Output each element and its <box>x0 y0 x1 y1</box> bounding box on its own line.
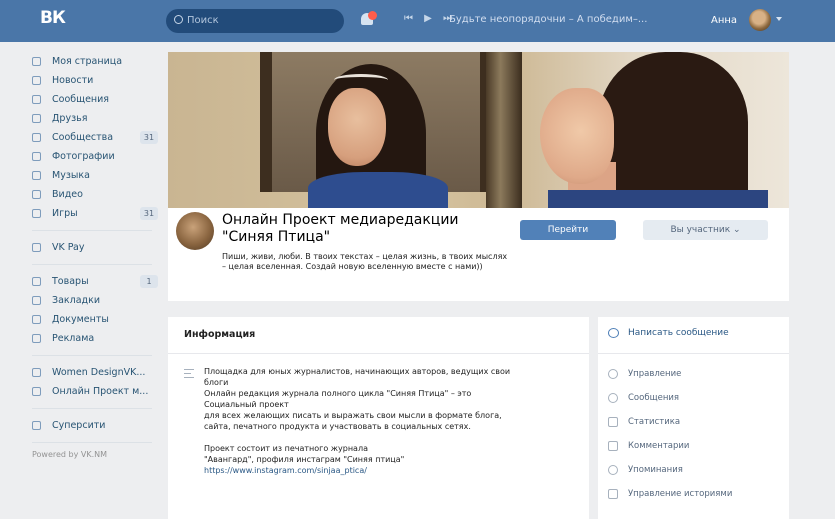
left-sidebar: Моя страница Новости Сообщения Друзья Со… <box>30 52 160 459</box>
go-button[interactable]: Перейти <box>520 220 616 240</box>
group-header: Онлайн Проект медиаредакции "Синяя Птица… <box>168 208 789 301</box>
ads-icon <box>32 334 41 343</box>
instagram-link[interactable]: https://www.instagram.com/sinjaa_ptica/ <box>204 465 582 476</box>
divider <box>598 353 789 354</box>
top-bar: ВК Поиск ⏮ ▶ ⏭ Будьте неопорядочни – А п… <box>0 0 835 42</box>
message-bubble-icon <box>608 328 619 338</box>
description-icon <box>184 369 194 378</box>
vk-logo[interactable]: ВК <box>40 8 66 34</box>
sidebar-item-goods[interactable]: Товары 1 <box>30 272 160 291</box>
app-icon <box>32 421 41 430</box>
search-icon <box>174 15 183 24</box>
group-description: Площадка для юных журналистов, начинающи… <box>204 366 582 476</box>
music-icon <box>32 171 41 180</box>
gear-icon <box>608 369 618 379</box>
sidebar-item-group-online-project[interactable]: Онлайн Проект м... <box>30 382 160 401</box>
sidebar-item-video[interactable]: Видео <box>30 185 160 204</box>
group-cover-image <box>168 52 789 208</box>
count-badge: 1 <box>140 275 158 288</box>
sidebar-item-games[interactable]: Игры 31 <box>30 204 160 223</box>
chevron-down-icon[interactable] <box>776 17 782 21</box>
description-line: Социальный проект <box>204 400 289 409</box>
document-icon <box>32 315 41 324</box>
statistics-icon <box>608 417 618 427</box>
member-dropdown-button[interactable]: Вы участник ⌄ <box>643 220 768 240</box>
divider <box>168 353 589 354</box>
home-icon <box>32 57 41 66</box>
notifications-bell-icon[interactable] <box>360 11 377 29</box>
sidebar-item-documents[interactable]: Документы <box>30 310 160 329</box>
description-line: Онлайн редакция журнала полного цикла "С… <box>204 389 472 398</box>
sidebar-item-my-page[interactable]: Моя страница <box>30 52 160 71</box>
group-avatar[interactable] <box>176 212 214 250</box>
management-menu: Управление Сообщения Статистика Коммента… <box>608 362 783 506</box>
description-line: Проект состоит из печатного журнала <box>204 444 368 453</box>
sidebar-item-messages[interactable]: Сообщения <box>30 90 160 109</box>
comment-icon <box>608 441 618 451</box>
divider <box>32 264 152 265</box>
user-name[interactable]: Анна <box>711 15 737 26</box>
group-icon <box>32 368 41 377</box>
user-avatar[interactable] <box>749 9 771 31</box>
sidebar-item-music[interactable]: Музыка <box>30 166 160 185</box>
count-badge: 31 <box>140 207 158 220</box>
group-icon <box>32 387 41 396</box>
divider <box>32 355 152 356</box>
menu-item-mentions[interactable]: Упоминания <box>608 458 783 482</box>
photos-icon <box>32 152 41 161</box>
description-line: Площадка для юных журналистов, начинающи… <box>204 367 511 376</box>
sidebar-item-bookmarks[interactable]: Закладки <box>30 291 160 310</box>
description-line: блоги <box>204 378 229 387</box>
divider <box>32 408 152 409</box>
message-icon <box>608 393 618 403</box>
description-line: "Авангард", профиля инстаграм "Синяя пти… <box>204 455 405 464</box>
sidebar-item-news[interactable]: Новости <box>30 71 160 90</box>
menu-item-statistics[interactable]: Статистика <box>608 410 783 434</box>
sidebar-item-ads[interactable]: Реклама <box>30 329 160 348</box>
menu-item-messages[interactable]: Сообщения <box>608 386 783 410</box>
divider <box>32 230 152 231</box>
news-icon <box>32 76 41 85</box>
sidebar-item-communities[interactable]: Сообщества 31 <box>30 128 160 147</box>
friends-icon <box>32 114 41 123</box>
sidebar-item-photos[interactable]: Фотографии <box>30 147 160 166</box>
info-block: Информация Площадка для юных журналистов… <box>168 317 589 519</box>
footer-link[interactable]: Powered by VK.NM <box>30 450 160 459</box>
communities-icon <box>32 133 41 142</box>
vk-pay-icon <box>32 243 41 252</box>
group-name: Онлайн Проект медиаредакции "Синяя Птица… <box>222 212 459 245</box>
description-line: для всех желающих писать и выражать свои… <box>204 411 502 420</box>
description-line: сайта, печатного продукта и участвовать … <box>204 422 471 431</box>
divider <box>32 442 152 443</box>
bookmark-icon <box>32 296 41 305</box>
messages-icon <box>32 95 41 104</box>
goods-icon <box>32 277 41 286</box>
group-status: Пиши, живи, люби. В твоих текстах – цела… <box>222 252 508 271</box>
search-placeholder: Поиск <box>187 15 219 26</box>
menu-item-management[interactable]: Управление <box>608 362 783 386</box>
current-track[interactable]: Будьте неопорядочни – А победим–... <box>449 14 647 25</box>
video-icon <box>32 190 41 199</box>
sidebar-item-vk-pay[interactable]: VK Pay <box>30 238 160 257</box>
info-title: Информация <box>184 329 256 340</box>
sidebar-item-group-women-design[interactable]: Women DesignVK... <box>30 363 160 382</box>
sidebar-item-friends[interactable]: Друзья <box>30 109 160 128</box>
games-icon <box>32 209 41 218</box>
count-badge: 31 <box>140 131 158 144</box>
menu-item-stories[interactable]: Управление историями <box>608 482 783 506</box>
write-message-button[interactable]: Написать сообщение <box>608 328 729 338</box>
stories-icon <box>608 489 618 499</box>
sidebar-item-supercity[interactable]: Суперсити <box>30 416 160 435</box>
group-actions-panel: Написать сообщение Управление Сообщения … <box>598 317 789 519</box>
mention-icon <box>608 465 618 475</box>
menu-item-comments[interactable]: Комментарии <box>608 434 783 458</box>
search-input[interactable]: Поиск <box>166 9 344 33</box>
